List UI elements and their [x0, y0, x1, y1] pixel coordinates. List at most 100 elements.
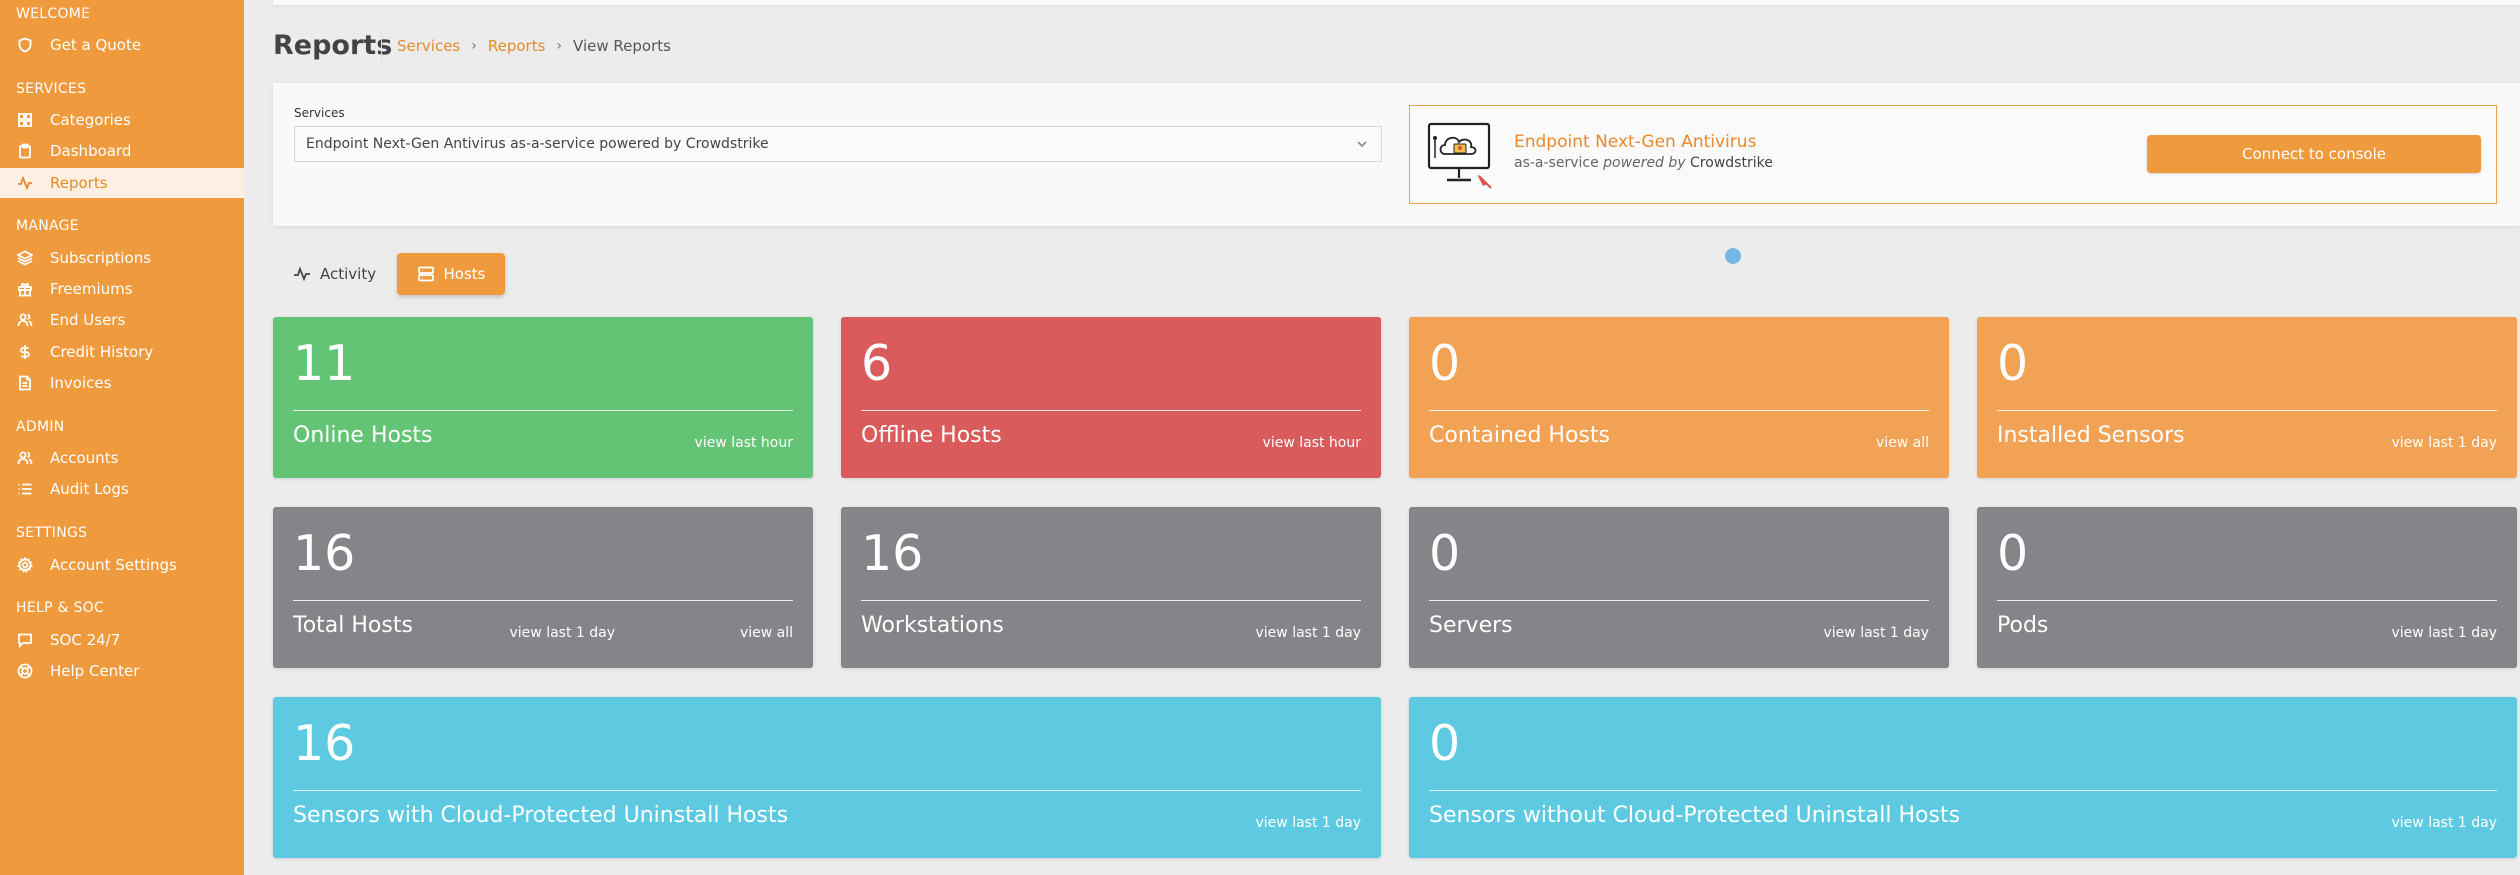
services-selected-value: Endpoint Next-Gen Antivirus as-a-service…	[306, 136, 769, 152]
sidebar-item-accounts[interactable]: Accounts	[0, 443, 244, 473]
sidebar-item-get-a-quote[interactable]: Get a Quote	[0, 30, 244, 60]
users-icon	[17, 450, 33, 466]
divider	[293, 790, 1361, 791]
tab-hosts[interactable]: Hosts	[397, 253, 505, 295]
sidebar-item-label: SOC 24/7	[50, 631, 121, 649]
sidebar-item-label: Dashboard	[50, 142, 132, 160]
server-icon	[417, 266, 434, 282]
chevron-right-icon: ›	[556, 38, 563, 54]
sidebar-item-freemiums[interactable]: Freemiums	[0, 274, 244, 304]
sidebar-item-end-users[interactable]: End Users	[0, 305, 244, 335]
installed-sensors-card: 0 Installed Sensors view last 1 day	[1977, 317, 2517, 478]
sidebar-section-admin: ADMIN	[16, 419, 65, 435]
divider	[861, 410, 1361, 411]
total-hosts-view-day-link[interactable]: view last 1 day	[510, 625, 616, 641]
services-select[interactable]: Endpoint Next-Gen Antivirus as-a-service…	[294, 126, 1382, 162]
sidebar-item-label: Freemiums	[50, 280, 133, 298]
top-strip	[273, 0, 2520, 5]
contained-hosts-label: Contained Hosts	[1429, 423, 1610, 448]
sensors-without-cpu-view-link[interactable]: view last 1 day	[2392, 815, 2498, 831]
sidebar-section-help: HELP & SOC	[16, 600, 105, 616]
divider	[1429, 600, 1929, 601]
offline-hosts-count: 6	[861, 335, 893, 392]
product-subtitle: as-a-service powered by Crowdstrike	[1514, 155, 1773, 171]
sidebar-section-manage: MANAGE	[16, 218, 79, 234]
divider	[1997, 600, 2497, 601]
total-hosts-card: 16 Total Hosts view last 1 day view all	[273, 507, 813, 668]
sidebar-item-soc[interactable]: SOC 24/7	[0, 625, 244, 655]
breadcrumb-reports[interactable]: Reports	[488, 37, 546, 55]
sidebar-item-label: Categories	[50, 111, 131, 129]
connect-to-console-button[interactable]: Connect to console	[2147, 135, 2481, 173]
sidebar-item-help-center[interactable]: Help Center	[0, 656, 244, 686]
offline-hosts-view-link[interactable]: view last hour	[1263, 435, 1361, 451]
breadcrumb-services[interactable]: Services	[397, 37, 460, 55]
file-icon	[17, 375, 33, 391]
contained-hosts-view-link[interactable]: view all	[1876, 435, 1929, 451]
antivirus-monitor-icon	[1421, 118, 1501, 192]
sensors-with-cpu-count: 16	[293, 715, 356, 772]
total-hosts-view-all-link[interactable]: view all	[740, 625, 793, 641]
online-hosts-card: 11 Online Hosts view last hour	[273, 317, 813, 478]
divider	[1429, 410, 1929, 411]
sidebar-item-subscriptions[interactable]: Subscriptions	[0, 243, 244, 273]
gear-icon	[17, 557, 33, 573]
servers-view-link[interactable]: view last 1 day	[1824, 625, 1930, 641]
lifebuoy-icon	[17, 663, 33, 679]
list-icon	[17, 481, 33, 497]
sidebar-item-credit-history[interactable]: Credit History	[0, 337, 244, 367]
divider	[1429, 790, 2497, 791]
workstations-card: 16 Workstations view last 1 day	[841, 507, 1381, 668]
installed-sensors-count: 0	[1997, 335, 2029, 392]
grid-icon	[17, 112, 33, 128]
total-hosts-count: 16	[293, 525, 356, 582]
layers-icon	[17, 250, 33, 266]
divider	[293, 600, 793, 601]
breadcrumb: Services › Reports › View Reports	[397, 37, 671, 55]
sensors-with-cpu-view-link[interactable]: view last 1 day	[1256, 815, 1362, 831]
pods-card: 0 Pods view last 1 day	[1977, 507, 2517, 668]
installed-sensors-view-link[interactable]: view last 1 day	[2392, 435, 2498, 451]
contained-hosts-count: 0	[1429, 335, 1461, 392]
chevron-right-icon: ›	[471, 38, 477, 54]
pods-view-link[interactable]: view last 1 day	[2392, 625, 2498, 641]
offline-hosts-label: Offline Hosts	[861, 423, 1002, 448]
sidebar-item-audit-logs[interactable]: Audit Logs	[0, 474, 244, 504]
offline-hosts-card: 6 Offline Hosts view last hour	[841, 317, 1381, 478]
online-hosts-view-link[interactable]: view last hour	[695, 435, 793, 451]
product-sub-powered: powered by	[1603, 155, 1686, 171]
gift-icon	[17, 281, 33, 297]
sidebar-item-categories[interactable]: Categories	[0, 105, 244, 135]
tab-activity[interactable]: Activity	[293, 253, 376, 295]
sidebar-item-invoices[interactable]: Invoices	[0, 368, 244, 398]
sidebar: WELCOME Get a Quote SERVICES Categories …	[0, 0, 244, 875]
divider	[293, 410, 793, 411]
sidebar-item-reports[interactable]: Reports	[0, 168, 244, 198]
activity-icon	[17, 175, 33, 191]
shield-icon	[17, 37, 33, 53]
title-divider	[381, 30, 382, 62]
sidebar-item-label: Accounts	[50, 449, 119, 467]
sidebar-item-label: Reports	[50, 174, 108, 192]
online-hosts-count: 11	[293, 335, 356, 392]
product-name: Endpoint Next-Gen Antivirus	[1514, 132, 1757, 152]
sidebar-item-label: End Users	[50, 311, 126, 329]
workstations-label: Workstations	[861, 613, 1004, 638]
activity-icon	[294, 266, 310, 282]
servers-count: 0	[1429, 525, 1461, 582]
sidebar-item-label: Credit History	[50, 343, 154, 361]
sidebar-item-dashboard[interactable]: Dashboard	[0, 136, 244, 166]
sensors-with-cpu-card: 16 Sensors with Cloud-Protected Uninstal…	[273, 697, 1381, 858]
servers-card: 0 Servers view last 1 day	[1409, 507, 1949, 668]
sensors-without-cpu-card: 0 Sensors without Cloud-Protected Uninst…	[1409, 697, 2517, 858]
dollar-icon	[17, 344, 33, 360]
sensors-without-cpu-count: 0	[1429, 715, 1461, 772]
users-icon	[17, 312, 33, 328]
workstations-view-link[interactable]: view last 1 day	[1256, 625, 1362, 641]
sidebar-item-account-settings[interactable]: Account Settings	[0, 550, 244, 580]
chevron-down-icon	[1355, 137, 1369, 151]
breadcrumb-current: View Reports	[573, 37, 671, 55]
sensors-with-cpu-label: Sensors with Cloud-Protected Uninstall H…	[293, 803, 789, 828]
sidebar-item-label: Help Center	[50, 662, 140, 680]
online-hosts-label: Online Hosts	[293, 423, 433, 448]
